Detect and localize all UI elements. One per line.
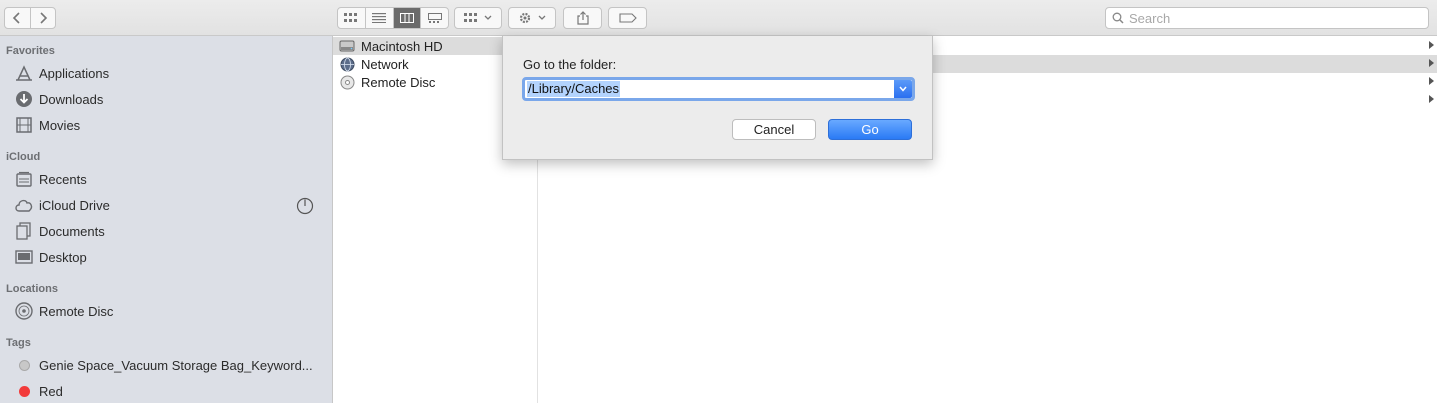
action-button[interactable] <box>508 7 556 29</box>
tags-section-title: Tags <box>6 337 31 349</box>
folder-path-input[interactable]: /Library/Caches <box>522 77 915 101</box>
chevron-down-icon <box>538 15 546 20</box>
sidebar-item-documents[interactable]: Documents <box>14 220 324 242</box>
disclosure-arrow-icon <box>1429 41 1434 49</box>
group-grid-icon <box>464 13 477 22</box>
sidebar-item-tag-red[interactable]: Red <box>14 380 324 402</box>
tag-dot-icon <box>14 382 34 400</box>
tag-dot-icon <box>14 356 34 374</box>
locations-section-title: Locations <box>6 283 58 295</box>
share-button[interactable] <box>563 7 602 29</box>
sidebar-item-applications[interactable]: Applications <box>14 62 324 84</box>
hard-drive-icon <box>339 38 355 54</box>
list-view-button[interactable] <box>364 8 393 28</box>
dialog-title: Go to the folder: <box>523 57 617 72</box>
sidebar-item-tag-genie-space[interactable]: Genie Space_Vacuum Storage Bag_Keyword..… <box>14 354 324 376</box>
network-globe-icon <box>339 56 355 72</box>
sidebar-item-desktop[interactable]: Desktop <box>14 246 324 268</box>
sidebar-item-remote-disc[interactable]: Remote Disc <box>14 300 324 322</box>
desktop-icon <box>14 248 34 266</box>
recents-icon <box>14 170 34 188</box>
chevron-right-icon <box>40 12 47 24</box>
search-field[interactable] <box>1105 7 1429 29</box>
tag-icon <box>618 13 637 23</box>
navigation-buttons <box>4 7 56 29</box>
group-by-button[interactable] <box>454 7 502 29</box>
folder-path-value[interactable]: /Library/Caches <box>527 81 621 97</box>
gallery-view-button[interactable] <box>420 8 448 28</box>
disclosure-arrow-icon <box>1429 95 1434 103</box>
view-mode-buttons <box>337 7 449 29</box>
sidebar-item-downloads[interactable]: Downloads <box>14 88 324 110</box>
toolbar <box>0 0 1437 36</box>
forward-button[interactable] <box>29 8 56 28</box>
documents-icon <box>14 222 34 240</box>
chevron-left-icon <box>13 12 20 24</box>
disc-icon <box>339 74 355 90</box>
icloud-section-title: iCloud <box>6 151 41 163</box>
icloud-icon <box>14 196 34 214</box>
sidebar-item-icloud-drive[interactable]: iCloud Drive <box>14 194 324 216</box>
movies-icon <box>14 116 34 134</box>
share-icon <box>576 11 589 25</box>
sidebar: Favorites Applications Downloads Movies … <box>0 36 333 403</box>
remote-disc-icon <box>14 302 34 320</box>
search-input[interactable] <box>1129 10 1409 26</box>
tags-button[interactable] <box>608 7 647 29</box>
downloads-icon <box>14 90 34 108</box>
sync-progress-icon <box>296 197 314 215</box>
favorites-section-title: Favorites <box>6 45 55 57</box>
gallery-icon <box>427 13 442 23</box>
chevron-down-icon <box>899 86 907 92</box>
disclosure-arrow-icon <box>1429 59 1434 67</box>
applications-icon <box>14 64 34 82</box>
go-button[interactable]: Go <box>828 119 912 140</box>
sidebar-item-recents[interactable]: Recents <box>14 168 324 190</box>
columns-icon <box>399 13 414 23</box>
cancel-button[interactable]: Cancel <box>732 119 816 140</box>
go-to-folder-dialog: Go to the folder: /Library/Caches Cancel… <box>502 36 933 160</box>
search-icon <box>1112 12 1124 24</box>
back-button[interactable] <box>5 8 30 28</box>
column-view-button[interactable] <box>392 8 421 28</box>
icon-view-button[interactable] <box>338 8 365 28</box>
chevron-down-icon <box>484 15 492 20</box>
sidebar-item-movies[interactable]: Movies <box>14 114 324 136</box>
gear-icon <box>519 12 531 24</box>
grid-icon <box>344 13 358 22</box>
path-history-dropdown[interactable] <box>894 80 912 98</box>
disclosure-arrow-icon <box>1429 77 1434 85</box>
list-icon <box>372 13 387 23</box>
